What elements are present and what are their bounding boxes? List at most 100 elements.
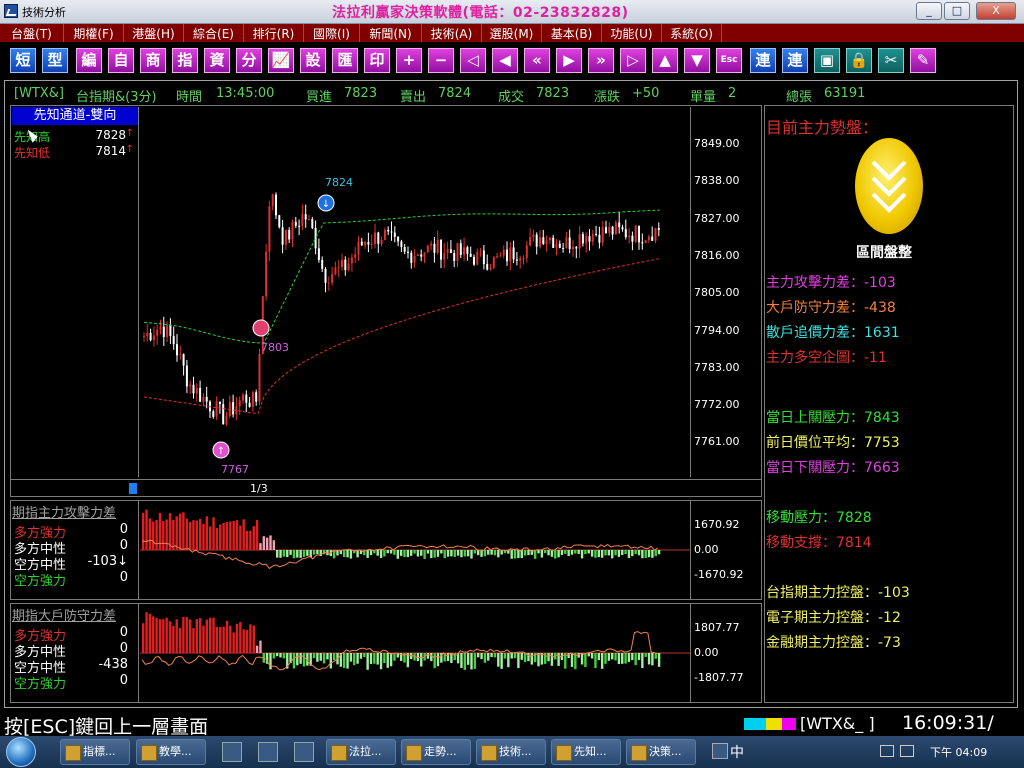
pen-icon[interactable]: ✎ <box>910 48 936 73</box>
menu-item-0[interactable]: 台盤(T) <box>0 24 64 42</box>
close-button[interactable]: X <box>976 2 1016 20</box>
media-player-icon[interactable] <box>222 742 242 762</box>
menu-item-1[interactable]: 期權(F) <box>64 24 124 42</box>
indicator1-legend-row: 多方強力 0 <box>14 522 136 541</box>
first-icon[interactable]: ◁ <box>460 48 486 73</box>
zoom-in-button[interactable]: + <box>396 48 422 73</box>
network-icon[interactable] <box>880 745 894 757</box>
bear-bar <box>416 550 420 557</box>
taskbar-task[interactable]: 法拉... <box>326 739 396 765</box>
taskbar-task[interactable]: 教學... <box>136 739 206 765</box>
menu-item-10[interactable]: 功能(U) <box>602 24 662 42</box>
menu-item-9[interactable]: 基本(B) <box>542 24 602 42</box>
indicator1-legend-value: 0 <box>119 538 128 553</box>
bear-bar <box>443 550 446 559</box>
menu-item-8[interactable]: 選股(M) <box>482 24 542 42</box>
esc-button[interactable]: Esc <box>716 48 742 73</box>
settings-button[interactable]: 設 <box>300 48 326 73</box>
taskbar-task[interactable]: 決策... <box>626 739 696 765</box>
zoom-out-button[interactable]: − <box>428 48 454 73</box>
force-line-value: -12 <box>878 610 901 626</box>
menu-item-4[interactable]: 排行(R) <box>244 24 304 42</box>
channel-mode-tab[interactable]: 先知通道-雙向 <box>12 107 138 125</box>
export-button[interactable]: 匯 <box>332 48 358 73</box>
force-line-value: -438 <box>864 300 896 316</box>
indicator2-title[interactable]: 期指大戶防守力差 <box>12 605 116 624</box>
bid-label: 買進 <box>306 90 333 105</box>
bear-bar <box>316 653 319 662</box>
force-line-value: -73 <box>878 635 901 651</box>
candle-body <box>463 247 466 255</box>
menu-item-7[interactable]: 技術(A) <box>422 24 482 42</box>
pattern-button[interactable]: 型 <box>42 48 68 73</box>
bear-bar <box>540 550 544 558</box>
candle-body <box>176 344 178 356</box>
indicator1-title[interactable]: 期指主力攻擊力差 <box>12 502 116 521</box>
link-button[interactable]: 連 <box>750 48 776 73</box>
forward-icon[interactable]: » <box>588 48 614 73</box>
taskbar-task[interactable]: 走勢... <box>401 739 471 765</box>
print-button[interactable]: 印 <box>364 48 390 73</box>
edit-button[interactable]: 編 <box>76 48 102 73</box>
bull-bar <box>209 617 212 653</box>
tools-icon[interactable]: ✂ <box>878 48 904 73</box>
candle-body <box>638 225 640 243</box>
menu-item-5[interactable]: 國際(I) <box>304 24 360 42</box>
candle-body <box>364 242 367 246</box>
minute-button[interactable]: 分 <box>236 48 262 73</box>
bear-bar <box>510 550 513 559</box>
ime-language[interactable]: 中 <box>730 742 744 762</box>
self-button[interactable]: 自 <box>108 48 134 73</box>
taskbar-task[interactable]: 技術... <box>476 739 546 765</box>
last-icon[interactable]: ▷ <box>620 48 646 73</box>
quote-info-bar: [WTX&] 台指期&(3分) 時間 13:45:00 買進 7823 賣出 7… <box>10 84 1014 105</box>
bull-bar <box>215 528 219 550</box>
keyboard-icon[interactable] <box>712 743 728 759</box>
scroll-indicator[interactable] <box>129 483 137 494</box>
candle-body <box>413 255 416 263</box>
candle-body <box>166 325 169 337</box>
up-icon[interactable]: ▲ <box>652 48 678 73</box>
candle-body <box>542 237 545 245</box>
minimize-button[interactable]: _ <box>916 2 942 20</box>
bear-bar <box>490 653 493 658</box>
chart-side-column <box>11 107 139 477</box>
candle-body <box>555 243 558 248</box>
candle-body <box>275 194 277 216</box>
bear-bar <box>617 653 621 665</box>
force-line: 移動支撐：7814 <box>766 532 872 552</box>
chart-icon[interactable]: 📈 <box>268 48 294 73</box>
next-icon[interactable]: ▶ <box>556 48 582 73</box>
down-icon[interactable]: ▼ <box>684 48 710 73</box>
start-button[interactable] <box>6 737 36 767</box>
bear-bar <box>523 653 527 663</box>
buy-signal-icon: ↑ <box>212 441 230 459</box>
bull-bar <box>205 619 209 653</box>
menu-item-6[interactable]: 新聞(N) <box>360 24 422 42</box>
rewind-icon[interactable]: « <box>524 48 550 73</box>
prev-icon[interactable]: ◀ <box>492 48 518 73</box>
lock-icon[interactable]: 🔒 <box>846 48 872 73</box>
index-button[interactable]: 指 <box>172 48 198 73</box>
taskbar-task[interactable]: 先知... <box>551 739 621 765</box>
taskbar-task[interactable]: 指標... <box>60 739 130 765</box>
bear-bar <box>369 653 373 665</box>
data-button[interactable]: 資 <box>204 48 230 73</box>
word-icon[interactable] <box>294 742 314 762</box>
candle-body <box>479 250 482 252</box>
candlestick-chart[interactable]: ↓ ↑ 7824 7803 7767 <box>140 107 690 477</box>
bull-bar <box>195 619 198 653</box>
link2-button[interactable]: 連 <box>782 48 808 73</box>
paint-icon[interactable] <box>258 742 278 762</box>
menu-item-2[interactable]: 港盤(H) <box>124 24 184 42</box>
product-button[interactable]: 商 <box>140 48 166 73</box>
short-button[interactable]: 短 <box>10 48 36 73</box>
window-icon[interactable]: ▣ <box>814 48 840 73</box>
menu-item-11[interactable]: 系統(O) <box>662 24 722 42</box>
bull-bar <box>198 518 202 550</box>
time-label: 時間 <box>176 90 203 105</box>
menu-item-3[interactable]: 綜合(E) <box>184 24 244 42</box>
volume-icon[interactable] <box>900 745 914 757</box>
bull-bar <box>209 526 212 550</box>
maximize-button[interactable]: □ <box>944 2 970 20</box>
